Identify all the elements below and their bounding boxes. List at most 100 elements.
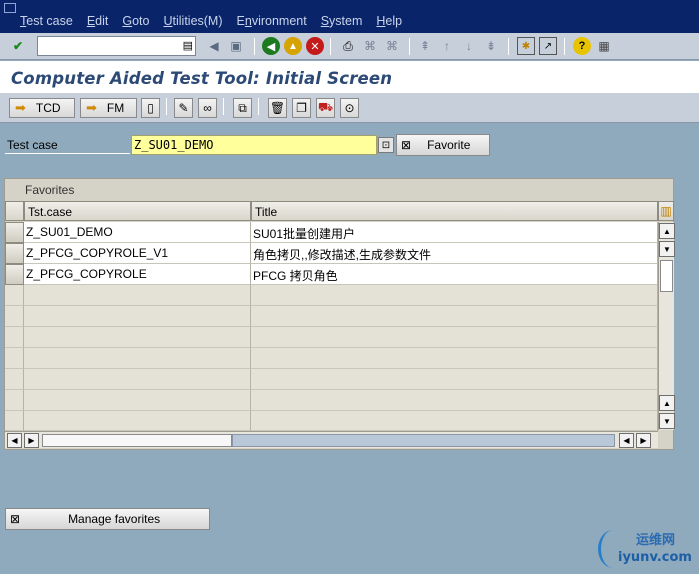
vertical-scrollbar[interactable]: ▲ ▼ ▲ ▼ [658, 222, 675, 430]
menu-test-case[interactable]: Test case [20, 14, 73, 28]
favorites-table: Tst.case Title ▥ Z_SU01_DEMO SU01批量创建用户 … [5, 201, 675, 448]
menu-system[interactable]: System [321, 14, 363, 28]
find-next-icon[interactable]: ⌘ [383, 37, 401, 55]
cell-test-case[interactable]: Z_PFCG_COPYROLE [24, 264, 251, 285]
separator [564, 38, 565, 55]
scroll-up-icon[interactable]: ▲ [659, 223, 675, 239]
scroll-right-icon[interactable]: ▶ [636, 433, 651, 448]
menu-goto[interactable]: Goto [122, 14, 149, 28]
empty-cell [24, 390, 251, 411]
find-icon[interactable]: ⌘ [361, 37, 379, 55]
save-icon[interactable]: ▣ [227, 37, 245, 55]
scroll-left-icon[interactable]: ◀ [7, 433, 22, 448]
display-icon[interactable]: ∞ [198, 98, 217, 118]
enter-icon[interactable]: ✔ [9, 37, 27, 55]
empty-row-selector [5, 348, 24, 369]
scroll-down-icon[interactable]: ▼ [659, 241, 675, 257]
empty-cell [251, 306, 658, 327]
cell-test-case[interactable]: Z_SU01_DEMO [24, 222, 251, 243]
help-icon[interactable]: ? [573, 37, 591, 55]
back-icon[interactable]: ◀ [262, 37, 280, 55]
column-header-title[interactable]: Title [251, 201, 658, 221]
fm-label: FM [106, 101, 125, 115]
layout-menu-icon[interactable]: ▦ [595, 37, 613, 55]
horizontal-scrollbar[interactable]: ◀ ▶ ◀ ▶ [5, 431, 658, 448]
empty-row-selector [5, 285, 24, 306]
empty-row-selector [5, 327, 24, 348]
favorite-icon: ⊠ [10, 512, 21, 526]
empty-cell [251, 285, 658, 306]
cell-title[interactable]: SU01批量创建用户 [251, 222, 658, 243]
row-selector[interactable] [5, 264, 24, 285]
last-page-icon[interactable]: ⇟ [482, 37, 500, 55]
row-selector[interactable] [5, 243, 24, 264]
cell-test-case[interactable]: Z_PFCG_COPYROLE_V1 [24, 243, 251, 264]
create-icon[interactable]: ▯ [141, 98, 160, 118]
manage-favorites-button[interactable]: ⊠ Manage favorites [5, 508, 210, 530]
shortcut-icon[interactable]: ↗ [539, 37, 557, 55]
empty-cell [24, 285, 251, 306]
empty-cell [251, 390, 658, 411]
menu-list: Test case Edit Goto Utilities(M) Environ… [20, 14, 402, 28]
standard-toolbar: ✔ ▤ ◀ ▣ ◀ ▲ ✕ ⎙ ⌘ ⌘ ⇞ ↑ ↓ ⇟ ✱ ↗ ? ▦ [0, 33, 699, 60]
row-selector[interactable] [5, 222, 24, 243]
empty-cell [24, 306, 251, 327]
vertical-scroll-thumb[interactable] [660, 260, 673, 292]
empty-row-selector [5, 390, 24, 411]
system-menu-icon[interactable] [4, 3, 16, 13]
empty-cell [251, 369, 658, 390]
column-header-tst-case[interactable]: Tst.case [24, 201, 251, 221]
cell-title[interactable]: 角色拷贝,,修改描述,生成参数文件 [251, 243, 658, 264]
cancel-icon[interactable]: ✕ [306, 37, 324, 55]
separator [258, 98, 259, 115]
scroll-right-icon[interactable]: ▶ [24, 433, 39, 448]
horizontal-scroll-track[interactable] [232, 434, 615, 447]
fm-button[interactable]: ➡ FM [80, 98, 137, 118]
next-page-icon[interactable]: ↓ [460, 37, 478, 55]
cell-title[interactable]: PFCG 拷贝角色 [251, 264, 658, 285]
arrow-right-icon: ➡ [15, 100, 26, 115]
separator [254, 38, 255, 55]
delete-icon[interactable]: 🗑 [268, 98, 287, 118]
menu-utilities[interactable]: Utilities(M) [163, 14, 222, 28]
other-object-icon[interactable]: ⧉ [233, 98, 252, 118]
favorite-button[interactable]: ⊠ Favorite [396, 134, 490, 156]
menu-help[interactable]: Help [376, 14, 402, 28]
empty-cell [251, 348, 658, 369]
copy-icon[interactable]: ❐ [292, 98, 311, 118]
exit-icon[interactable]: ▲ [284, 37, 302, 55]
menu-bar: Test case Edit Goto Utilities(M) Environ… [0, 0, 699, 33]
separator [223, 98, 224, 115]
tcd-button[interactable]: ➡ TCD [9, 98, 75, 118]
empty-row-selector [5, 411, 24, 431]
empty-cell [24, 411, 251, 431]
table-settings-icon[interactable]: ▥ [658, 201, 674, 221]
previous-page-icon[interactable]: ↑ [438, 37, 456, 55]
print-icon[interactable]: ⎙ [339, 37, 357, 55]
separator [166, 98, 167, 115]
transport-icon[interactable]: ⛟ [316, 98, 335, 118]
first-page-icon[interactable]: ⇞ [416, 37, 434, 55]
arrow-right-icon: ➡ [86, 100, 97, 115]
scroll-up-icon[interactable]: ▲ [659, 395, 675, 411]
application-toolbar: ➡ TCD ➡ FM ▯ ✎ ∞ ⧉ 🗑 ❐ ⛟ ⊙ [0, 93, 699, 123]
execute-icon[interactable]: ⊙ [340, 98, 359, 118]
title-bar: Computer Aided Test Tool: Initial Screen [0, 61, 699, 93]
favorite-label: Favorite [427, 138, 471, 152]
watermark: 运维网 iyunv.com [598, 526, 698, 574]
page-title: Computer Aided Test Tool: Initial Screen [11, 69, 393, 88]
scroll-left-icon[interactable]: ◀ [619, 433, 634, 448]
empty-row-selector [5, 369, 24, 390]
menu-edit[interactable]: Edit [87, 14, 109, 28]
horizontal-scroll-thumb[interactable] [42, 434, 232, 447]
back-arrow-icon[interactable]: ◀ [205, 37, 223, 55]
value-help-icon[interactable]: ⊡ [378, 137, 394, 153]
test-case-input[interactable]: Z_SU01_DEMO [131, 135, 377, 155]
command-history-icon[interactable]: ▤ [183, 39, 193, 52]
change-icon[interactable]: ✎ [174, 98, 193, 118]
command-field[interactable]: ▤ [37, 36, 196, 56]
menu-environment[interactable]: Environment [237, 14, 307, 28]
select-all-button[interactable] [5, 201, 24, 221]
scroll-down-icon[interactable]: ▼ [659, 413, 675, 429]
create-session-icon[interactable]: ✱ [517, 37, 535, 55]
